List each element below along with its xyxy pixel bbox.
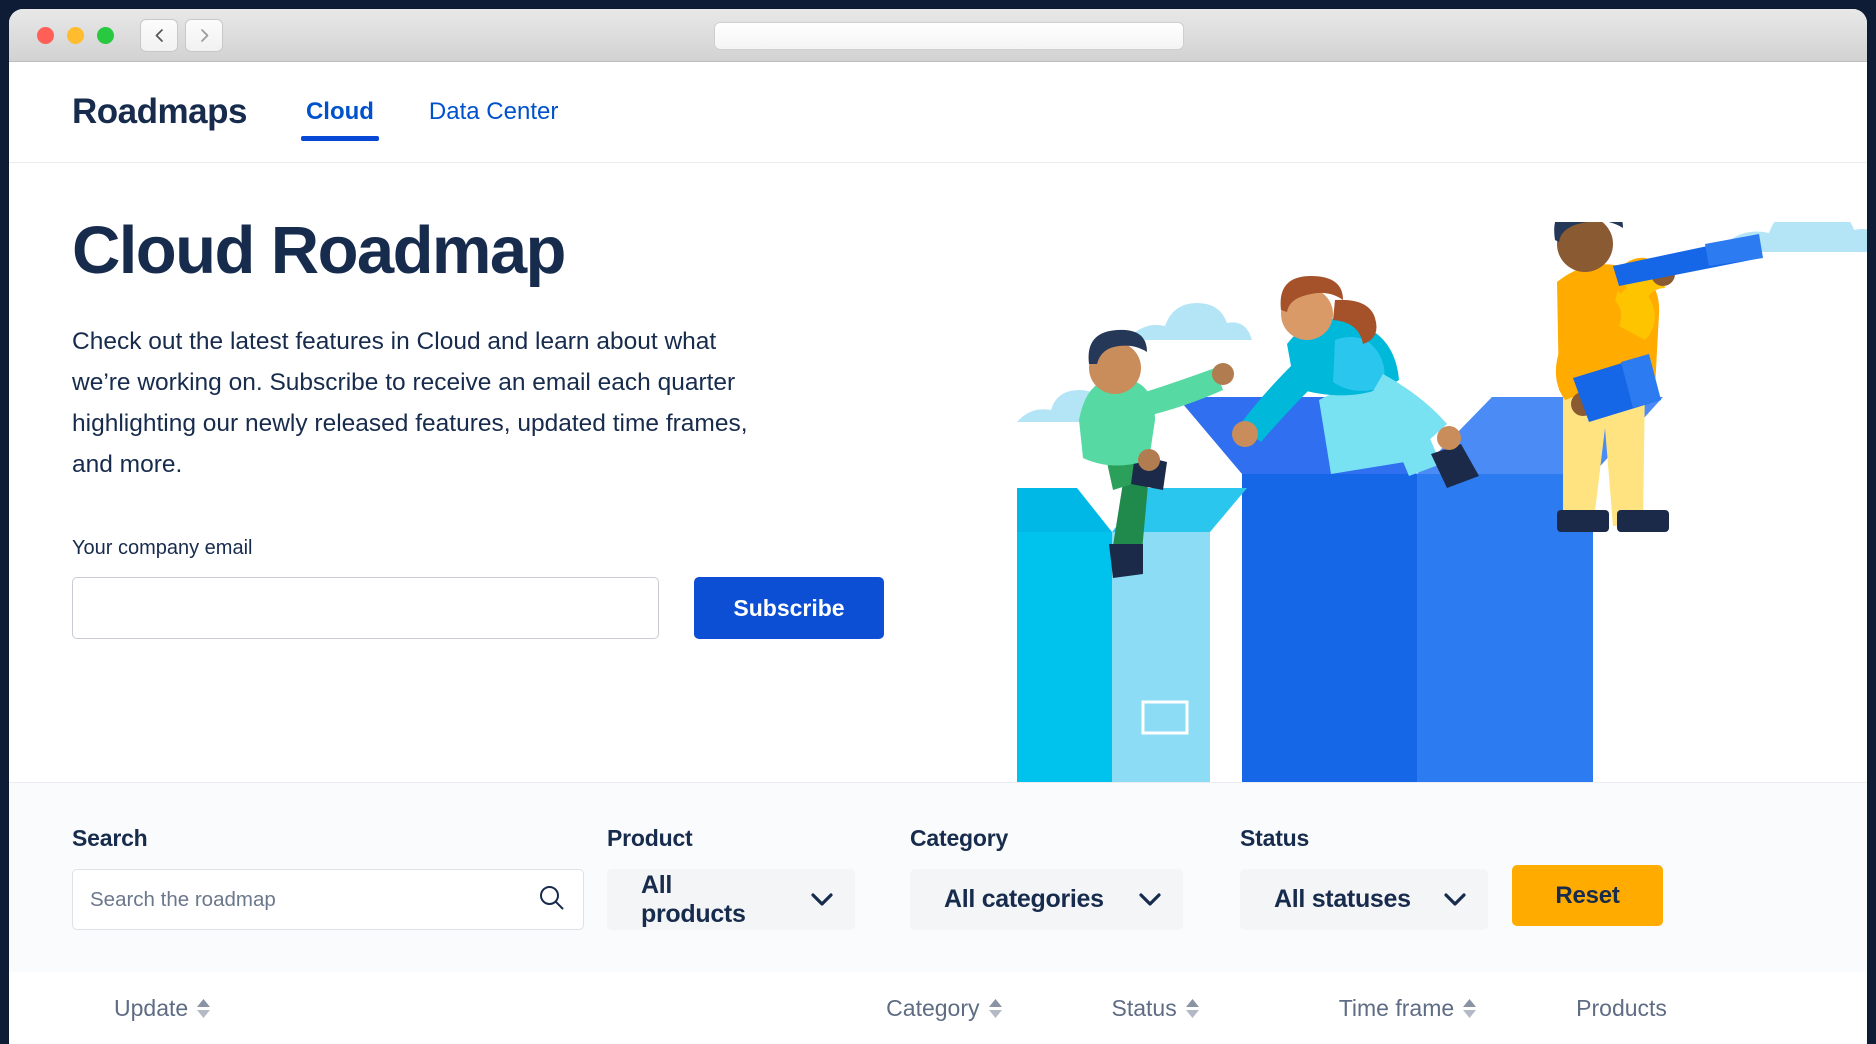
screen-frame: Roadmaps Cloud Data Center [0, 0, 1876, 1044]
address-bar[interactable] [714, 22, 1184, 50]
search-field-group: Search [72, 825, 584, 930]
column-header-category[interactable]: Category [886, 995, 1001, 1022]
category-field-group: Category All categories [910, 825, 1183, 930]
nav-tab-cloud-label: Cloud [306, 98, 374, 126]
product-select[interactable]: All products [607, 869, 855, 930]
back-button[interactable] [140, 19, 178, 52]
browser-titlebar [9, 9, 1867, 62]
status-select-value: All statuses [1274, 885, 1411, 914]
category-label: Category [910, 825, 1183, 852]
category-select-value: All categories [944, 885, 1104, 914]
chevron-right-icon [197, 27, 212, 44]
sort-arrows-icon [989, 999, 1002, 1018]
primary-nav: Cloud Data Center [301, 62, 608, 163]
email-field-label: Your company email [72, 537, 909, 560]
maximize-window-button[interactable] [97, 27, 114, 44]
email-field[interactable] [72, 577, 659, 639]
chevron-down-icon [811, 893, 833, 907]
sort-arrows-icon [197, 999, 210, 1018]
subscribe-form: Subscribe [72, 577, 909, 639]
product-label: Product [607, 825, 855, 852]
nav-tab-data-center[interactable]: Data Center [424, 62, 563, 163]
reset-button[interactable]: Reset [1512, 865, 1663, 926]
column-header-status[interactable]: Status [1112, 995, 1199, 1022]
hero-section: Cloud Roadmap Check out the latest featu… [9, 163, 1867, 782]
hero-description: Check out the latest features in Cloud a… [72, 321, 762, 485]
column-header-update-label: Update [114, 995, 188, 1022]
nav-tab-data-center-label: Data Center [429, 98, 558, 126]
window-controls [37, 27, 114, 44]
column-header-products-label: Products [1576, 995, 1667, 1022]
nav-tab-cloud[interactable]: Cloud [301, 62, 379, 163]
search-label: Search [72, 825, 584, 852]
close-window-button[interactable] [37, 27, 54, 44]
roadmap-table-header: Update Category Status [9, 972, 1867, 1044]
vertical-scrollbar[interactable] [1858, 972, 1865, 1044]
chevron-down-icon [1139, 893, 1161, 907]
site-header: Roadmaps Cloud Data Center [9, 62, 1867, 163]
chevron-left-icon [152, 27, 167, 44]
subscribe-button[interactable]: Subscribe [694, 577, 884, 639]
hero-content: Cloud Roadmap Check out the latest featu… [9, 163, 909, 639]
page-title: Cloud Roadmap [72, 215, 909, 287]
column-header-update[interactable]: Update [114, 995, 210, 1022]
column-header-category-label: Category [886, 995, 979, 1022]
column-header-time-frame[interactable]: Time frame [1339, 995, 1476, 1022]
minimize-window-button[interactable] [67, 27, 84, 44]
hero-illustration [1017, 222, 1867, 782]
browser-window: Roadmaps Cloud Data Center [9, 9, 1867, 1044]
status-select[interactable]: All statuses [1240, 869, 1488, 930]
filter-bar: Search Product All products [9, 782, 1867, 972]
sort-arrows-icon [1186, 999, 1199, 1018]
column-header-status-label: Status [1112, 995, 1177, 1022]
status-label: Status [1240, 825, 1488, 852]
person-yellow [1554, 222, 1763, 532]
sort-arrows-icon [1463, 999, 1476, 1018]
column-header-time-frame-label: Time frame [1339, 995, 1454, 1022]
product-field-group: Product All products [607, 825, 855, 930]
site-brand: Roadmaps [72, 92, 247, 132]
teamwork-boxes-illustration [1017, 222, 1867, 782]
search-input[interactable] [72, 869, 584, 930]
browser-nav-buttons [140, 19, 223, 52]
forward-button[interactable] [185, 19, 223, 52]
product-select-value: All products [641, 871, 783, 929]
category-select[interactable]: All categories [910, 869, 1183, 930]
column-header-products: Products [1576, 995, 1667, 1022]
search-input-wrapper [72, 869, 584, 930]
chevron-down-icon [1444, 893, 1466, 907]
status-field-group: Status All statuses [1240, 825, 1488, 930]
